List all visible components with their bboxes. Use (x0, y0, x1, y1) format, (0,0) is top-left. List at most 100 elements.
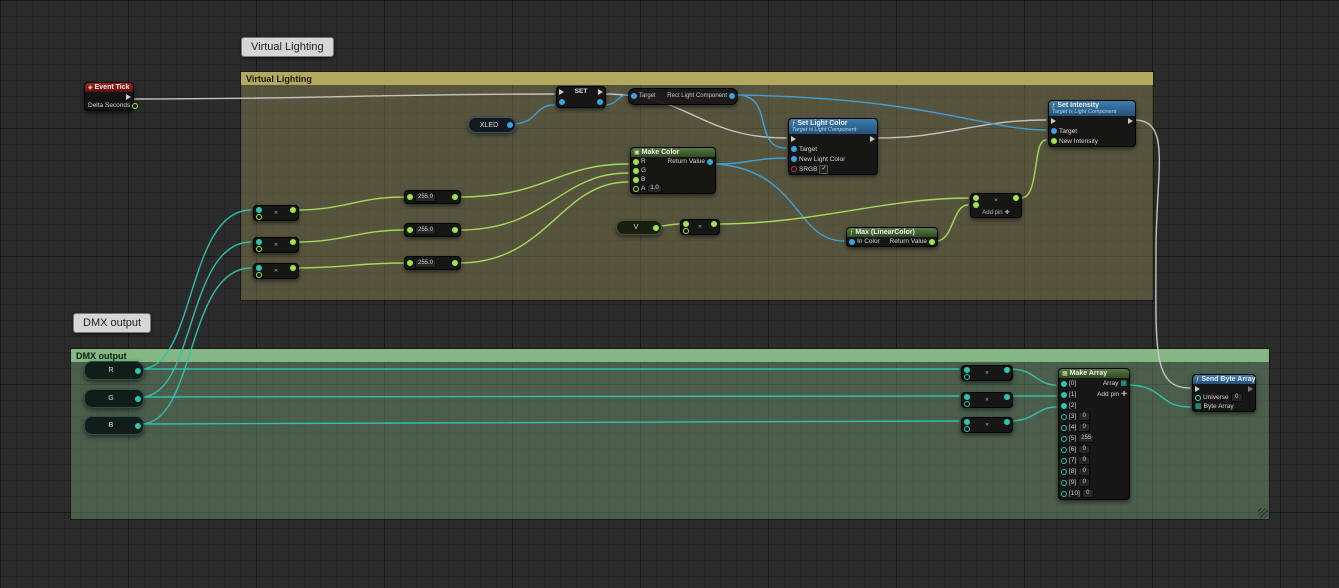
node-set-light-color[interactable]: ƒSet Light ColorTarget is Light Componen… (788, 118, 878, 175)
array-pin-icon[interactable]: ▦ (1120, 380, 1127, 387)
add-icon[interactable]: ✚ (1121, 391, 1127, 398)
float-pin[interactable] (452, 260, 458, 266)
node-set-intensity[interactable]: ƒSet IntensityTarget is Light ComponentT… (1048, 100, 1136, 147)
node-scale-g[interactable]: 255.0 (404, 223, 461, 237)
wire-r-up-to-multr[interactable] (141, 210, 251, 369)
pin-value-field[interactable]: 255.0 (415, 259, 436, 268)
node-header[interactable]: ƒSend Byte Array (1193, 375, 1255, 384)
float-pin[interactable] (290, 239, 296, 245)
byte-pin[interactable] (135, 368, 141, 374)
node-multiply-dmx-b[interactable]: × (961, 417, 1013, 433)
float-pin[interactable] (929, 239, 935, 245)
node-scale-r[interactable]: 255.0 (404, 190, 461, 204)
blueprint-graph-canvas[interactable]: Virtual Lighting DMX output (0, 0, 1339, 588)
node-header[interactable]: ƒSet Light ColorTarget is Light Componen… (789, 119, 877, 134)
float-pin[interactable] (290, 207, 296, 213)
object-pin[interactable] (707, 159, 713, 165)
node-scale-b[interactable]: 255.0 (404, 256, 461, 270)
object-pin[interactable] (849, 239, 855, 245)
pin-value-field[interactable]: 1.0 (647, 184, 661, 193)
pin-value-field[interactable]: 255.0 (415, 193, 436, 202)
object-pin[interactable] (507, 122, 513, 128)
object-pin[interactable] (729, 93, 735, 99)
node-header[interactable]: ƒSet IntensityTarget is Light Component (1049, 101, 1135, 116)
byte-pin[interactable] (964, 367, 970, 373)
byte-pin[interactable] (1061, 469, 1067, 475)
byte-pin[interactable] (256, 239, 262, 245)
byte-pin[interactable] (135, 423, 141, 429)
pin-value-field[interactable]: 0 (1078, 467, 1090, 476)
pin-value-field[interactable]: 255 (1078, 434, 1094, 443)
node-header[interactable]: ▦Make Array (1059, 369, 1129, 378)
exec-pin[interactable] (1195, 386, 1200, 392)
byte-pin[interactable] (256, 265, 262, 271)
node-header[interactable]: ◈Event Tick (85, 83, 133, 92)
float-pin[interactable] (452, 227, 458, 233)
comment-title-bar[interactable]: Virtual Lighting (241, 72, 1153, 85)
byte-pin[interactable] (1004, 419, 1010, 425)
float-pin[interactable] (633, 159, 639, 165)
float-pin[interactable] (132, 103, 138, 109)
exec-pin[interactable] (870, 136, 875, 142)
pin-value-field[interactable]: 0 (1082, 489, 1094, 498)
node-header[interactable]: ƒMax (LinearColor) (847, 228, 937, 237)
pin-value-field[interactable]: 0 (1231, 393, 1243, 402)
pin-value-field[interactable]: 0 (1078, 456, 1090, 465)
bool-pin[interactable] (791, 166, 797, 172)
float-pin[interactable] (633, 186, 639, 192)
float-pin[interactable] (256, 246, 262, 252)
exec-pin[interactable] (791, 136, 796, 142)
exec-pin[interactable] (559, 89, 564, 95)
exec-pin[interactable] (1248, 386, 1253, 392)
float-pin[interactable] (256, 214, 262, 220)
byte-pin[interactable] (1061, 447, 1067, 453)
int-pin[interactable] (1195, 395, 1201, 401)
node-header[interactable]: ▣Make Color (631, 148, 715, 157)
float-pin[interactable] (290, 265, 296, 271)
node-make-array[interactable]: ▦Make Array[0]Array▦[1]Add pin✚[2][3]0[4… (1058, 368, 1130, 500)
float-pin[interactable] (683, 221, 689, 227)
node-make-color[interactable]: ▣Make ColorRReturn ValueGBA1.0 (630, 147, 716, 194)
node-g-getter[interactable]: G (84, 389, 144, 408)
byte-pin[interactable] (1061, 458, 1067, 464)
float-pin[interactable] (452, 194, 458, 200)
byte-pin[interactable] (1061, 480, 1067, 486)
byte-pin[interactable] (964, 401, 970, 407)
array-pin-icon[interactable]: ▦ (1195, 403, 1202, 410)
pin-value-field[interactable]: 255.0 (415, 226, 436, 235)
byte-pin[interactable] (1061, 381, 1067, 387)
byte-pin[interactable] (964, 394, 970, 400)
object-pin[interactable] (791, 146, 797, 152)
float-pin[interactable] (633, 177, 639, 183)
node-xled-getter[interactable]: XLED (468, 117, 516, 133)
byte-pin[interactable] (964, 419, 970, 425)
float-pin[interactable] (633, 168, 639, 174)
pin-value-field[interactable]: 0 (1078, 423, 1090, 432)
node-max-linearcolor[interactable]: ƒMax (LinearColor)In ColorReturn Value (846, 227, 938, 247)
node-rect-light-component[interactable]: TargetRect Light Component (628, 88, 738, 105)
object-pin[interactable] (631, 93, 637, 99)
byte-pin[interactable] (964, 374, 970, 380)
exec-pin[interactable] (1128, 118, 1133, 124)
float-pin[interactable] (711, 221, 717, 227)
node-send-byte-array[interactable]: ƒSend Byte ArrayUniverse0▦Byte Array (1192, 374, 1256, 412)
float-pin[interactable] (1051, 138, 1057, 144)
pin-value-field[interactable]: 0 (1078, 445, 1090, 454)
byte-pin[interactable] (1061, 414, 1067, 420)
node-r-getter[interactable]: R (84, 361, 144, 380)
byte-pin[interactable] (1061, 392, 1067, 398)
comment-resize-handle[interactable] (1258, 508, 1268, 518)
float-pin[interactable] (973, 195, 979, 201)
node-multiply-r[interactable]: × (253, 205, 299, 221)
node-multiply-dmx-g[interactable]: × (961, 392, 1013, 408)
srgb-checkbox[interactable]: ✓ (819, 165, 828, 174)
byte-pin[interactable] (1061, 425, 1067, 431)
object-pin[interactable] (559, 99, 565, 105)
pin-value-field[interactable]: 0 (1078, 412, 1090, 421)
node-multiply-dmx-r[interactable]: × (961, 365, 1013, 381)
float-pin[interactable] (683, 228, 689, 234)
float-pin[interactable] (407, 260, 413, 266)
float-pin[interactable] (256, 272, 262, 278)
add-pin-button[interactable]: Add pin✚ (971, 208, 1021, 217)
byte-pin[interactable] (256, 207, 262, 213)
